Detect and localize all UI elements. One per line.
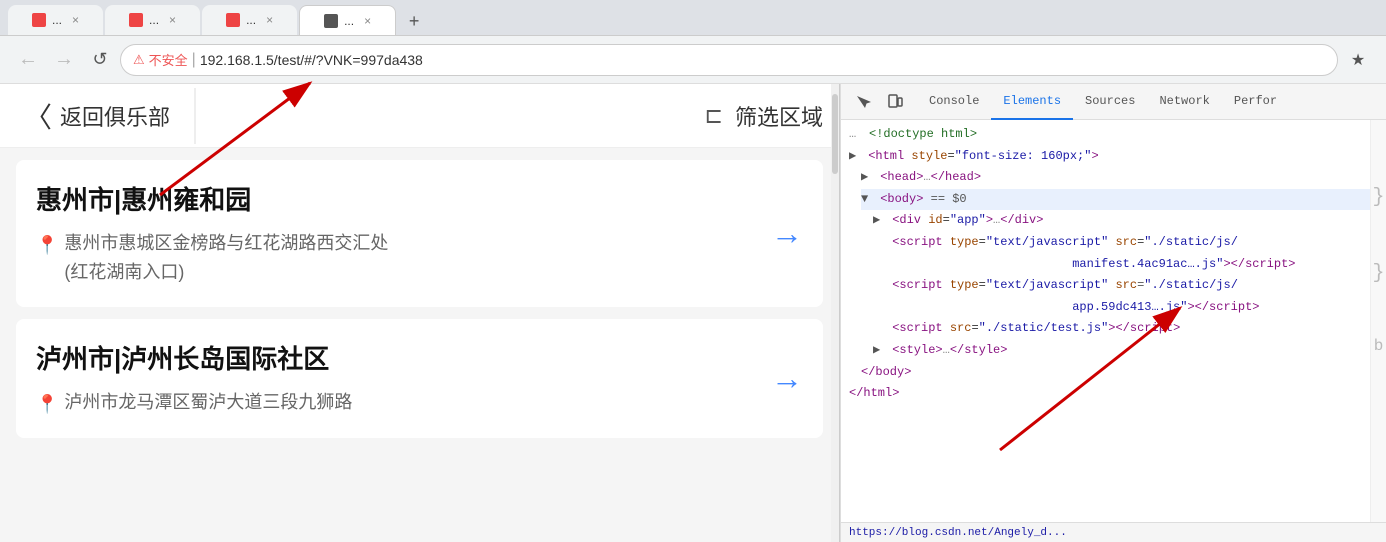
dt-line-html-close: </html> bbox=[849, 383, 1378, 405]
back-to-club-button[interactable]: 〈 返回俱乐部 bbox=[16, 88, 196, 144]
tab-close-3[interactable]: × bbox=[266, 13, 273, 27]
filter-area-label: 筛选区域 bbox=[735, 100, 823, 132]
card-1-address-text: 惠州市惠城区金榜路与红花湖路西交汇处 (红花湖南入口) bbox=[64, 229, 388, 287]
filter-area: ⊏ 筛选区域 bbox=[705, 100, 823, 132]
dt-script3-link[interactable]: ./static/test bbox=[986, 321, 1080, 335]
dt-line-body: ▼ <body> == $0 bbox=[861, 189, 1378, 211]
tab-label-1: ... bbox=[52, 13, 62, 27]
back-button[interactable]: ← bbox=[12, 44, 44, 76]
new-tab-button[interactable]: + bbox=[400, 7, 428, 35]
location-pin-icon-1: 📍 bbox=[36, 231, 58, 260]
insecure-label: 不安全 bbox=[149, 50, 188, 69]
dt-style-tag: <style>…</style> bbox=[885, 340, 1007, 362]
tab-favicon-1 bbox=[32, 13, 46, 27]
dt-expand-script1 bbox=[873, 232, 885, 254]
back-to-club-label: 返回俱乐部 bbox=[60, 100, 170, 132]
tab-favicon-2 bbox=[129, 13, 143, 27]
card-1-title: 惠州市|惠州雍和园 bbox=[36, 180, 751, 217]
scroll-thumb[interactable] bbox=[832, 94, 838, 174]
tab-close-4[interactable]: × bbox=[364, 14, 371, 28]
tab-label-2: ... bbox=[149, 13, 159, 27]
card-1-address: 📍 惠州市惠城区金榜路与红花湖路西交汇处 (红花湖南入口) bbox=[36, 229, 751, 287]
dt-tab-sources[interactable]: Sources bbox=[1073, 84, 1147, 120]
location-card-2[interactable]: 泸州市|泸州长岛国际社区 📍 泸州市龙马潭区蜀泸大道三段九狮路 → bbox=[16, 319, 823, 439]
address-bar[interactable]: ⚠ 不安全 | 192.168.1.5/test/#/?VNK=997da438 bbox=[120, 44, 1338, 76]
main-content: 〈 返回俱乐部 ⊏ 筛选区域 惠州市|惠州雍和园 📍 惠州市惠城区金榜路与红花湖… bbox=[0, 84, 1386, 542]
dt-html-tag: <html style="font-size: 160px;"> bbox=[861, 146, 1099, 168]
dt-expand-body[interactable]: ▼ bbox=[861, 189, 873, 211]
scroll-bar[interactable] bbox=[831, 84, 839, 542]
dt-expand-div[interactable]: ▶ bbox=[873, 210, 885, 232]
card-2-address-text: 泸州市龙马潭区蜀泸大道三段九狮路 bbox=[64, 388, 352, 417]
reload-button[interactable]: ↺ bbox=[84, 44, 116, 76]
dt-expand-style[interactable]: ▶ bbox=[873, 340, 885, 362]
dt-script1-content: <script type="text/javascript" src="./st… bbox=[885, 232, 1295, 275]
dt-line-doctype: … <!doctype html> bbox=[849, 124, 1378, 146]
tab-bar: ... × ... × ... × ... × + bbox=[0, 0, 1386, 36]
dt-expand-head[interactable]: ▶ bbox=[861, 167, 873, 189]
dt-body-close-tag: </body> bbox=[861, 362, 911, 384]
devtools-cursor-icon[interactable] bbox=[849, 88, 877, 116]
tab-1[interactable]: ... × bbox=[8, 5, 103, 35]
dt-html-close-tag: </html> bbox=[849, 383, 899, 405]
address-divider: | bbox=[192, 51, 196, 69]
devtools-status-bar: https://blog.csdn.net/Angely_d... bbox=[841, 522, 1386, 542]
dt-expand-script2 bbox=[873, 275, 885, 297]
dt-line-style: ▶ <style>…</style> bbox=[873, 340, 1378, 362]
dt-line-script3: <script src="./static/test.js"></script> bbox=[873, 318, 1378, 340]
devtools-device-icon[interactable] bbox=[881, 88, 909, 116]
dt-expand-script3 bbox=[873, 318, 885, 340]
dt-script2-content: <script type="text/javascript" src="./st… bbox=[885, 275, 1259, 318]
tab-close-2[interactable]: × bbox=[169, 13, 176, 27]
location-card-1[interactable]: 惠州市|惠州雍和园 📍 惠州市惠城区金榜路与红花湖路西交汇处 (红花湖南入口) … bbox=[16, 160, 823, 307]
dt-expand-html[interactable]: ▶ bbox=[849, 146, 861, 168]
app-header: 〈 返回俱乐部 ⊏ 筛选区域 bbox=[0, 84, 839, 148]
dt-line-script1: <script type="text/javascript" src="./st… bbox=[873, 232, 1378, 275]
dt-doctype-text: <!doctype html> bbox=[869, 124, 977, 146]
back-chevron-icon: 〈 bbox=[24, 96, 52, 136]
card-2-title: 泸州市|泸州长岛国际社区 bbox=[36, 339, 751, 376]
dt-script3-content: <script src="./static/test.js"></script> bbox=[885, 318, 1180, 340]
card-2-address: 📍 泸州市龙马潭区蜀泸大道三段九狮路 bbox=[36, 388, 751, 419]
tab-close-1[interactable]: × bbox=[72, 13, 79, 27]
card-1-content: 惠州市|惠州雍和园 📍 惠州市惠城区金榜路与红花湖路西交汇处 (红花湖南入口) bbox=[36, 180, 751, 287]
dt-tab-network[interactable]: Network bbox=[1147, 84, 1221, 120]
app-panel: 〈 返回俱乐部 ⊏ 筛选区域 惠州市|惠州雍和园 📍 惠州市惠城区金榜路与红花湖… bbox=[0, 84, 840, 542]
tab-favicon-4 bbox=[324, 14, 338, 28]
location-pin-icon-2: 📍 bbox=[36, 390, 58, 419]
security-icon: ⚠ bbox=[133, 52, 145, 68]
tab-label-3: ... bbox=[246, 13, 256, 27]
dt-line-body-close: </body> bbox=[861, 362, 1378, 384]
devtools-tab-bar: Console Elements Sources Network Perfor bbox=[841, 84, 1386, 120]
dt-tab-elements[interactable]: Elements bbox=[991, 84, 1073, 120]
dt-tab-performance[interactable]: Perfor bbox=[1222, 84, 1289, 120]
dt-line-div-app: ▶ <div id="app">…</div> bbox=[873, 210, 1378, 232]
status-link[interactable]: https://blog.csdn.net/Angely_d... bbox=[849, 527, 1067, 539]
card-1-arrow-icon: → bbox=[771, 215, 803, 252]
devtools-panel: Console Elements Sources Network Perfor … bbox=[840, 84, 1386, 542]
tab-3[interactable]: ... × bbox=[202, 5, 297, 35]
dt-line-html: ▶ <html style="font-size: 160px;"> bbox=[849, 146, 1378, 168]
tab-favicon-3 bbox=[226, 13, 240, 27]
dt-body-tag: <body> == $0 bbox=[873, 189, 967, 211]
dt-dots-1: … bbox=[849, 124, 865, 146]
tab-4-active[interactable]: ... × bbox=[299, 5, 396, 35]
right-brace-indicator: } } b bbox=[1370, 120, 1386, 522]
devtools-content: … <!doctype html> ▶ <html style="font-si… bbox=[841, 120, 1386, 522]
card-2-content: 泸州市|泸州长岛国际社区 📍 泸州市龙马潭区蜀泸大道三段九狮路 bbox=[36, 339, 751, 419]
address-bar-row: ← → ↺ ⚠ 不安全 | 192.168.1.5/test/#/?VNK=99… bbox=[0, 36, 1386, 84]
dt-head-tag: <head>…</head> bbox=[873, 167, 981, 189]
dt-tab-console[interactable]: Console bbox=[917, 84, 991, 120]
card-2-arrow-icon: → bbox=[771, 360, 803, 397]
tab-2[interactable]: ... × bbox=[105, 5, 200, 35]
dt-div-tag: <div id="app">…</div> bbox=[885, 210, 1043, 232]
url-text: 192.168.1.5/test/#/?VNK=997da438 bbox=[200, 52, 423, 68]
dt-line-head: ▶ <head>…</head> bbox=[861, 167, 1378, 189]
tab-label-4: ... bbox=[344, 14, 354, 28]
bookmark-button[interactable]: ★ bbox=[1342, 44, 1374, 76]
forward-button[interactable]: → bbox=[48, 44, 80, 76]
filter-funnel-icon: ⊏ bbox=[705, 103, 723, 129]
dt-line-script2: <script type="text/javascript" src="./st… bbox=[873, 275, 1378, 318]
